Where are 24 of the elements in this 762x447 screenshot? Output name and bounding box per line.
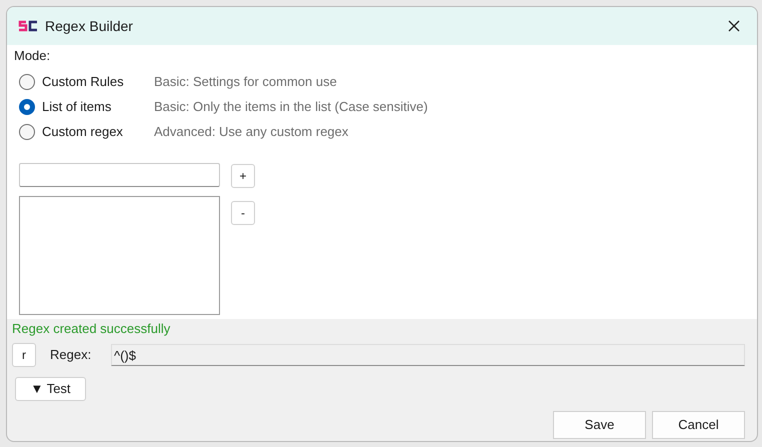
close-icon bbox=[728, 20, 740, 32]
items-list[interactable] bbox=[19, 196, 220, 315]
item-input-field[interactable] bbox=[19, 163, 220, 187]
option-description: Basic: Settings for common use bbox=[154, 72, 337, 91]
app-logo-icon bbox=[18, 20, 38, 32]
radio-option[interactable]: Custom regex bbox=[19, 122, 154, 142]
radio-option[interactable]: List of items bbox=[19, 96, 154, 116]
dialog-button[interactable]: Save bbox=[553, 411, 646, 439]
radio-button[interactable] bbox=[19, 74, 35, 90]
test-button[interactable]: ▼ Test bbox=[15, 377, 86, 401]
radio-button[interactable] bbox=[19, 124, 35, 140]
status-message: Regex created successfully bbox=[12, 321, 170, 337]
option-description: Basic: Only the items in the list (Case sensitive) bbox=[154, 98, 428, 116]
window-title: Regex Builder bbox=[45, 16, 133, 36]
dialog-button[interactable]: Cancel bbox=[652, 411, 745, 439]
regex-label: Regex: bbox=[50, 346, 92, 364]
radio-button[interactable] bbox=[19, 98, 35, 114]
regex-toggle-button[interactable]: r bbox=[12, 343, 36, 367]
remove-button[interactable]: - bbox=[231, 201, 255, 225]
option-description: Advanced: Use any custom regex bbox=[154, 122, 348, 141]
mode-label: Mode: bbox=[14, 48, 50, 64]
radio-option[interactable]: Custom Rules bbox=[19, 72, 154, 92]
add-button[interactable]: + bbox=[231, 164, 255, 188]
regex-field[interactable]: ^()$ bbox=[111, 344, 745, 366]
